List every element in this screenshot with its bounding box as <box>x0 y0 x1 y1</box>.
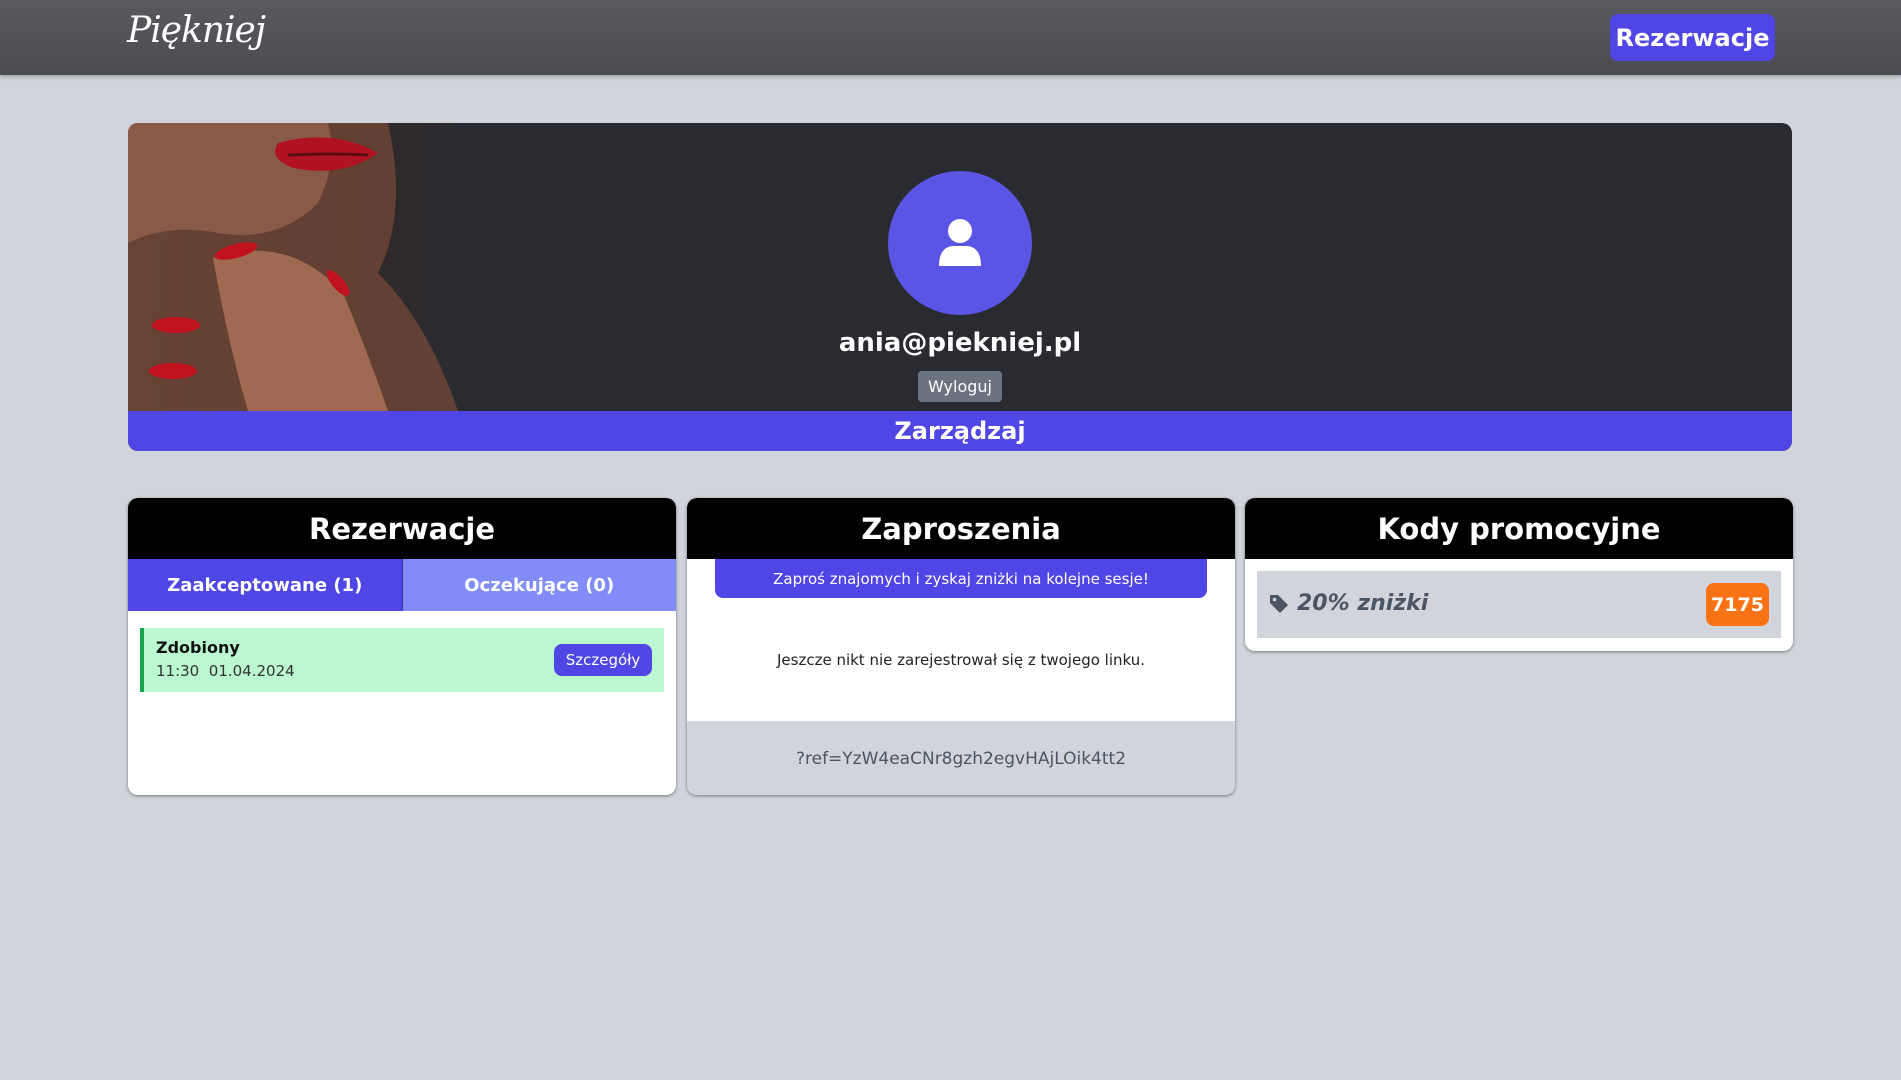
reservation-time: 11:30 <box>156 662 200 680</box>
reservation-date: 01.04.2024 <box>208 662 295 680</box>
manage-button[interactable]: Zarządzaj <box>128 411 1792 451</box>
invitations-card-title: Zaproszenia <box>687 498 1235 559</box>
reservations-nav-button[interactable]: Rezerwacje <box>1610 14 1775 61</box>
reservations-card: Rezerwacje Zaakceptowane (1) Oczekujące … <box>128 498 676 795</box>
reservation-item: Zdobiony 11:30 01.04.2024 Szczegóły <box>140 628 664 692</box>
invitations-empty-text: Jeszcze nikt nie zarejestrował się z two… <box>776 650 1146 669</box>
profile-banner: ania@piekniej.pl Wyloguj Zarządzaj <box>128 123 1792 451</box>
banner-photo <box>128 123 458 411</box>
tab-pending[interactable]: Oczekujące (0) <box>402 559 676 611</box>
reservation-details-button[interactable]: Szczegóły <box>554 644 652 676</box>
reservation-name: Zdobiony <box>156 638 240 657</box>
reservations-tabs: Zaakceptowane (1) Oczekujące (0) <box>128 559 676 611</box>
banner-photo-illustration <box>128 123 458 411</box>
user-icon <box>939 219 981 266</box>
promo-codes-card: Kody promocyjne 20% zniżki 7175 <box>1245 498 1793 651</box>
site-logo[interactable]: Piękniej <box>127 10 266 60</box>
top-navbar: Piękniej Rezerwacje <box>0 0 1901 75</box>
user-email: ania@piekniej.pl <box>838 328 1082 358</box>
logout-button[interactable]: Wyloguj <box>918 371 1002 402</box>
referral-link[interactable]: ?ref=YzW4eaCNr8gzh2egvHAjLOik4tt2 <box>687 721 1235 795</box>
tab-accepted[interactable]: Zaakceptowane (1) <box>128 559 403 611</box>
user-avatar <box>888 171 1032 315</box>
promo-codes-card-title: Kody promocyjne <box>1245 498 1793 559</box>
invite-friends-button[interactable]: Zaproś znajomych i zyskaj zniżki na kole… <box>715 559 1207 598</box>
promo-code-item: 20% zniżki 7175 <box>1257 571 1781 638</box>
promo-discount-label: 20% zniżki <box>1297 591 1429 616</box>
reservations-card-title: Rezerwacje <box>128 498 676 559</box>
invitations-card: Zaproszenia Zaproś znajomych i zyskaj zn… <box>687 498 1235 795</box>
tag-icon <box>1270 595 1288 613</box>
reservation-datetime: 11:30 01.04.2024 <box>156 662 295 680</box>
promo-code-badge[interactable]: 7175 <box>1706 583 1769 626</box>
